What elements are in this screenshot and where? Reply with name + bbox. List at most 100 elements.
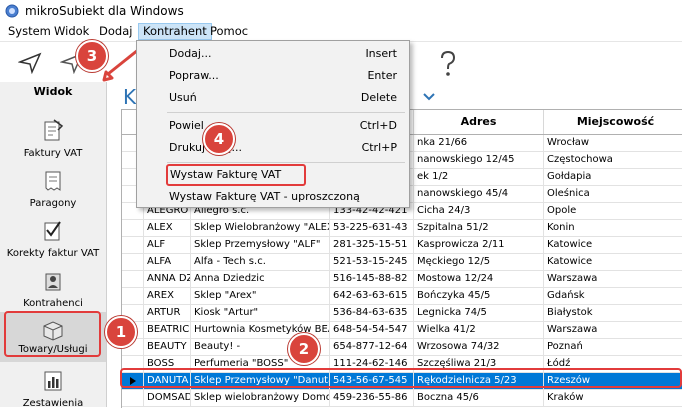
table-cell: Częstochowa — [544, 152, 682, 168]
table-cell: Gołdapia — [544, 169, 682, 185]
table-cell: Wrocław — [544, 135, 682, 151]
table-cell: Wielka 41/2 — [414, 322, 544, 338]
table-cell: 648-54-54-547 — [330, 322, 414, 338]
header-city[interactable]: Miejscowość — [544, 110, 682, 134]
table-row[interactable]: BEAUTY Beauty! -654-877-12-64 Wrzosowa 74/… — [122, 339, 682, 356]
table-cell: 642-63-63-615 — [330, 288, 414, 304]
table-cell: 459-236-55-86 — [330, 390, 414, 406]
sidebar-item-label: Kontrahenci — [23, 298, 83, 309]
table-cell: ALEX — [144, 220, 191, 236]
table-cell: nka 21/66 — [414, 135, 544, 151]
table-row[interactable]: ALF Sklep Przemysłowy "ALF" 281-325-15-51 K… — [122, 237, 682, 254]
table-cell: Poznań — [544, 339, 682, 355]
table-row[interactable]: AREX Sklep "Arex" 642-63-63-615 Bończyka 45… — [122, 288, 682, 305]
sidebar-item-korekty[interactable]: Korekty faktur VAT — [0, 218, 106, 268]
sidebar-item-label: Korekty faktur VAT — [6, 248, 100, 259]
table-cell: Wrzosowa 74/32 — [414, 339, 544, 355]
table-cell: Boczna 45/6 — [414, 390, 544, 406]
menu-dodaj[interactable]: Dodaj — [95, 23, 136, 40]
table-row[interactable]: ANNA DZ Anna Dziedzic 516-145-88-82 Mostowa… — [122, 271, 682, 288]
sidebar-item-faktury-vat[interactable]: Faktury VAT — [0, 118, 106, 168]
table-cell: Katowice — [544, 254, 682, 270]
menu-separator — [167, 112, 405, 113]
table-row[interactable]: ALFA Alfa - Tech s.c. 521-53-15-245 Męckieg… — [122, 254, 682, 271]
sidebar-item-label: Faktury VAT — [23, 148, 83, 159]
table-cell: Sklep wielobranżowy Domosa — [191, 390, 330, 406]
sidebar: Widok Faktury VAT Paragony Korekty faktu… — [0, 82, 107, 409]
table-cell: BEATRIC — [144, 322, 191, 338]
table-row[interactable]: BEATRIC Hurtownia Kosmetyków BEAT 648-54-5… — [122, 322, 682, 339]
table-cell: 53-225-631-43 — [330, 220, 414, 236]
menu-item-popraw[interactable]: Popraw... Enter — [139, 65, 407, 87]
row-indicator — [122, 254, 144, 270]
step-badge-3: 3 — [76, 40, 108, 72]
sidebar-item-paragony[interactable]: Paragony — [0, 168, 106, 218]
menu-pomoc[interactable]: Pomoc — [206, 23, 252, 40]
step-badge-4: 4 — [203, 123, 235, 155]
menu-item-drukuj[interactable]: Drukuj listę... Ctrl+P — [139, 137, 407, 159]
table-cell: Warszawa — [544, 322, 682, 338]
table-cell: 654-877-12-64 — [330, 339, 414, 355]
table-row[interactable]: DOMSAD Sklep wielobranżowy Domosa 459-236-… — [122, 390, 682, 407]
table-cell: 536-84-63-635 — [330, 305, 414, 321]
table-cell: ek 1/2 — [414, 169, 544, 185]
table-cell: 521-53-15-245 — [330, 254, 414, 270]
receipt-icon — [45, 171, 61, 191]
table-row[interactable]: ALEX Sklep Wielobranżowy "ALEX" 53-225-631… — [122, 220, 682, 237]
send-arrow-icon[interactable] — [18, 52, 42, 74]
help-question-icon[interactable] — [438, 50, 458, 78]
table-cell: Kasprowicza 2/11 — [414, 237, 544, 253]
title-bar: mikroSubiekt dla Windows — [0, 0, 682, 22]
step-badge-1: 1 — [105, 316, 137, 348]
table-cell: Katowice — [544, 237, 682, 253]
row-indicator — [122, 220, 144, 236]
table-cell: Mostowa 12/24 — [414, 271, 544, 287]
table-cell: Sklep Wielobranżowy "ALEX" — [191, 220, 330, 236]
kontrahent-dropdown-menu: Dodaj... Insert Popraw... Enter Usuń Del… — [136, 40, 410, 208]
menu-system[interactable]: System — [4, 23, 55, 40]
app-icon — [5, 4, 19, 18]
table-cell: Opole — [544, 203, 682, 219]
table-cell: Gdańsk — [544, 288, 682, 304]
reports-icon — [44, 371, 62, 391]
row-indicator — [122, 390, 144, 406]
sidebar-item-label: Zestawienia — [22, 398, 84, 409]
table-cell: Cicha 24/3 — [414, 203, 544, 219]
row-indicator — [122, 271, 144, 287]
correction-invoice-icon — [44, 221, 61, 241]
table-cell: Alfa - Tech s.c. — [191, 254, 330, 270]
menu-bar: System Widok Dodaj Kontrahent Pomoc — [0, 22, 682, 42]
menu-item-dodaj[interactable]: Dodaj... Insert — [139, 43, 407, 65]
table-cell: ARTUR — [144, 305, 191, 321]
table-cell: ANNA DZ — [144, 271, 191, 287]
table-row[interactable]: ARTUR Kiosk "Artur" 536-84-63-635 Legnicka … — [122, 305, 682, 322]
callout-outline-towary — [4, 311, 101, 357]
row-indicator — [122, 288, 144, 304]
table-cell: Sklep "Arex" — [191, 288, 330, 304]
menu-item-wystaw-fakture-vat[interactable]: Wystaw Fakturę VAT — [166, 164, 306, 186]
table-cell: 281-325-15-51 — [330, 237, 414, 253]
table-cell: DOMSAD — [144, 390, 191, 406]
menu-widok[interactable]: Widok — [50, 23, 93, 40]
callout-outline-selected-row — [120, 368, 682, 388]
table-cell: Konin — [544, 220, 682, 236]
chevron-down-icon[interactable] — [423, 93, 435, 101]
contractors-icon — [45, 273, 61, 291]
menu-separator — [167, 162, 405, 163]
invoice-icon — [44, 119, 64, 141]
menu-item-usun[interactable]: Usuń Delete — [139, 87, 407, 109]
sidebar-item-zestawienia[interactable]: Zestawienia — [0, 368, 106, 418]
menu-item-wystaw-fakture-uproszczona[interactable]: Wystaw Fakturę VAT - uproszczoną — [139, 186, 407, 208]
table-cell: ALFA — [144, 254, 191, 270]
row-indicator — [122, 237, 144, 253]
table-cell: Warszawa — [544, 271, 682, 287]
sidebar-item-label: Paragony — [29, 198, 77, 209]
table-cell: Sklep Przemysłowy "ALF" — [191, 237, 330, 253]
table-cell: Kraków — [544, 390, 682, 406]
table-cell: nanowskiego 45/4 — [414, 186, 544, 202]
table-cell: Białystok — [544, 305, 682, 321]
menu-item-powiel[interactable]: Powiel Ctrl+D — [139, 115, 407, 137]
header-address[interactable]: Adres — [414, 110, 544, 134]
menu-kontrahent[interactable]: Kontrahent — [138, 23, 212, 40]
table-cell: nanowskiego 12/45 — [414, 152, 544, 168]
